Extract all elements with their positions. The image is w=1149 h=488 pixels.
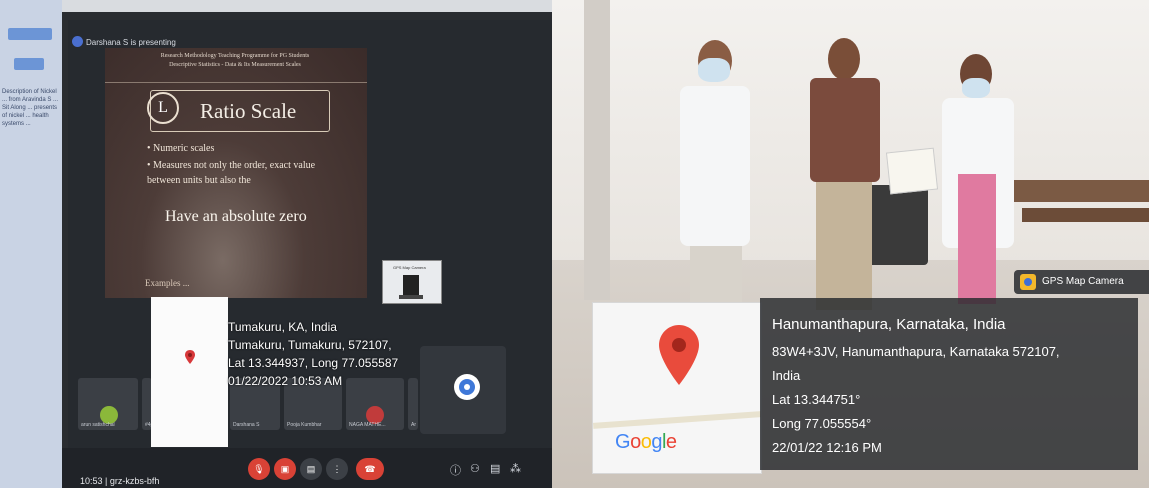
wooden-bench-lower	[1022, 208, 1149, 222]
geo-overlay-text: Tumakuru, KA, India Tumakuru, Tumakuru, …	[228, 318, 408, 406]
slide-header-line1: Research Methodology Teaching Programme …	[160, 53, 310, 59]
participant-tile[interactable]: Ar	[408, 378, 418, 430]
participant-name: Ar	[411, 422, 416, 428]
mini-camera-preview: GPS Map Camera	[382, 260, 442, 304]
sidebar-button-small[interactable]	[14, 58, 44, 70]
map-pin-icon	[185, 350, 195, 364]
participant-name: Pooja Kumbhar	[287, 422, 322, 428]
meeting-screenshot: Description of Nickel ... from Aravinda …	[0, 0, 552, 488]
slide-footer: Examples ...	[145, 278, 190, 288]
location-info-box: Hanumanthapura, Karnataka, India 83W4+3J…	[760, 298, 1138, 470]
wooden-bench	[1002, 180, 1149, 202]
participant-name: NAGA MATHE...	[349, 422, 386, 428]
slide-header-line2: Descriptive Statistics - Data & Its Meas…	[169, 62, 301, 68]
mini-camera-scene	[399, 275, 423, 299]
geo-line-3: Lat 13.344937, Long 77.055587	[228, 356, 399, 370]
camera-button[interactable]: ▣	[274, 458, 296, 480]
location-address-1: 83W4+3JV, Hanumanthapura, Karnataka 5721…	[772, 344, 1060, 359]
browser-sidebar: Description of Nickel ... from Aravinda …	[0, 0, 62, 488]
participant-name: Darshana S	[233, 422, 260, 428]
certificate	[885, 147, 939, 195]
map-road	[592, 411, 762, 429]
geo-line-1: Tumakuru, KA, India	[228, 320, 337, 334]
meeting-time-code: 10:53 | grz-kzbs-bfh	[80, 476, 160, 486]
person-left-coat	[680, 86, 750, 246]
person-left-mask	[698, 58, 730, 82]
sidebar-button[interactable]	[8, 28, 52, 40]
location-datetime: 22/01/22 12:16 PM	[772, 440, 882, 455]
geo-line-2: Tumakuru, Tumakuru, 572107,	[228, 338, 392, 352]
people-icon[interactable]: ⚇	[470, 462, 480, 475]
person-right	[936, 54, 1016, 304]
info-icon[interactable]: ⓘ	[450, 462, 461, 478]
activities-icon[interactable]: ⁂	[510, 462, 521, 475]
gps-camera-label: GPS Map Camera	[1042, 276, 1124, 287]
event-photo: GPS Map Camera Google Hanumanthapura, Ka…	[552, 0, 1149, 488]
slide-bullet-3: between units but also the	[147, 175, 251, 186]
person-middle-head	[828, 38, 860, 80]
participant-tile[interactable]: arun satishchal	[78, 378, 138, 430]
chat-icon[interactable]: ▤	[490, 462, 500, 475]
slide-title: Ratio Scale	[200, 99, 297, 123]
sidebar-snippet: Description of Nickel ... from Aravinda …	[2, 89, 59, 127]
more-options-button[interactable]: ⋮	[326, 458, 348, 480]
location-latitude: Lat 13.344751°	[772, 392, 861, 407]
gps-camera-logo-icon	[1020, 274, 1036, 290]
person-middle-shirt	[810, 78, 880, 182]
self-view-avatar	[454, 374, 480, 400]
google-logo: Google	[615, 431, 677, 453]
presentation-slide: Research Methodology Teaching Programme …	[105, 48, 367, 298]
slide-emphasis: Have an absolute zero	[165, 208, 307, 225]
slide-bullet-2: • Measures not only the order, exact val…	[147, 160, 316, 171]
map-thumbnail: Google	[592, 302, 762, 474]
slide-bullet-1: • Numeric scales	[147, 143, 215, 154]
person-left	[672, 30, 752, 316]
location-longitude: Long 77.055554°	[772, 416, 872, 431]
captions-button[interactable]: ▤	[300, 458, 322, 480]
slide-header: Research Methodology Teaching Programme …	[105, 48, 367, 83]
person-middle-trousers	[816, 182, 872, 310]
location-address-2: India	[772, 368, 801, 383]
person-middle	[800, 38, 886, 310]
mic-button[interactable]: 🎙	[248, 458, 270, 480]
browser-topbar	[62, 0, 552, 12]
participant-name: arun satishchal	[81, 422, 115, 428]
slide-badge: L	[147, 92, 179, 124]
person-right-dress	[958, 174, 996, 304]
presenting-banner: Darshana S is presenting	[86, 38, 176, 47]
geo-map-thumbnail	[151, 297, 228, 447]
map-pin-icon	[659, 325, 699, 385]
person-right-mask	[962, 78, 990, 98]
meeting-controls-bar: 10:53 | grz-kzbs-bfh 🎙 ▣ ▤ ⋮ ☎ ⓘ ⚇ ▤ ⁂	[62, 448, 552, 488]
camera-icon	[459, 379, 475, 395]
end-call-button[interactable]: ☎	[356, 458, 384, 480]
door-frame	[584, 0, 610, 300]
location-title: Hanumanthapura, Karnataka, India	[772, 316, 1006, 333]
presenter-avatar	[72, 36, 83, 47]
self-view-tile[interactable]	[420, 346, 506, 434]
gps-camera-badge: GPS Map Camera	[1014, 270, 1149, 294]
geo-line-4: 01/22/2022 10:53 AM	[228, 374, 343, 388]
